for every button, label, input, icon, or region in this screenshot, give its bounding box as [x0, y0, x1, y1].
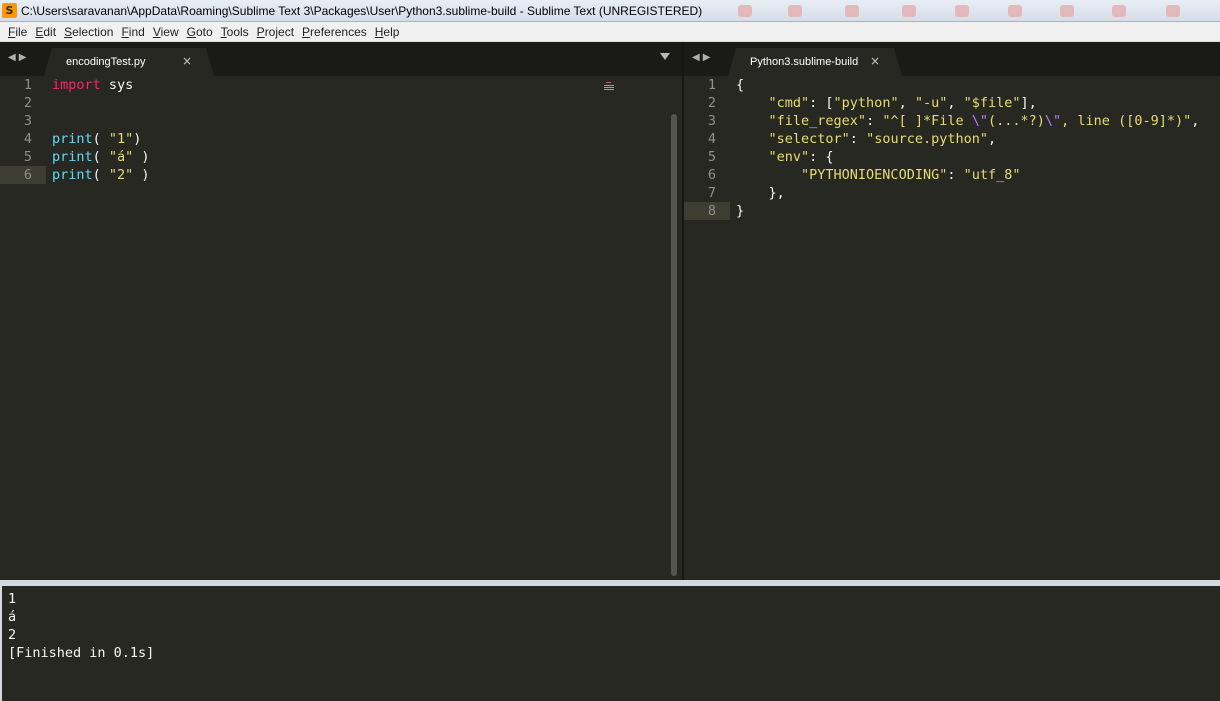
blurred-icon — [955, 5, 969, 17]
tab-strip: ◀▶ encodingTest.py × — [0, 42, 682, 76]
dropdown-icon[interactable] — [660, 53, 670, 60]
output-line: [Finished in 0.1s] — [8, 645, 155, 661]
code-text: sys — [100, 77, 134, 93]
menu-help[interactable]: Help — [371, 22, 404, 42]
code-text: { — [736, 77, 745, 93]
line-number: 3 — [707, 113, 716, 129]
blurred-icon — [1112, 5, 1126, 17]
nav-left-icon[interactable]: ◀ — [8, 52, 19, 63]
menu-find[interactable]: Find — [117, 22, 148, 42]
tab-encodingtest[interactable]: encodingTest.py × — [44, 48, 214, 76]
line-number: 7 — [707, 185, 716, 201]
window-controls[interactable] — [700, 3, 1210, 19]
line-number: 5 — [707, 149, 716, 165]
tab-label: encodingTest.py — [66, 56, 146, 68]
line-number: 8 — [684, 202, 730, 220]
sublime-logo-icon: S — [2, 3, 17, 18]
menu-goto[interactable]: Goto — [183, 22, 217, 42]
line-number: 4 — [707, 131, 716, 147]
code-function: print — [52, 131, 93, 147]
code-line-current: 8} — [684, 202, 1220, 220]
code-text: }, — [736, 185, 785, 201]
code-line-current: 6 print( "2" ) — [0, 166, 682, 184]
blurred-icon — [1060, 5, 1074, 17]
line-number: 5 — [23, 149, 32, 165]
code-text: "file_regex": "^[ ]*File \"(...*?)\", li… — [768, 113, 1200, 129]
menu-selection[interactable]: Selection — [60, 22, 117, 42]
code-keyword: import — [52, 77, 101, 93]
code-text: "cmd": ["python", "-u", "$file"], — [768, 95, 1037, 111]
code-line: 5 "env": { — [684, 148, 1220, 166]
line-number: 3 — [23, 113, 32, 129]
tab-nav: ◀▶ — [8, 52, 29, 63]
code-text: ( — [92, 131, 109, 147]
blurred-icon — [788, 5, 802, 17]
blurred-icon — [902, 5, 916, 17]
tab-strip: ◀▶ Python3.sublime-build × — [684, 42, 1220, 76]
code-line: 4 print( "1") — [0, 130, 682, 148]
code-text: ( — [92, 167, 109, 183]
blurred-icon — [1166, 5, 1180, 17]
code-line: 7 }, — [684, 184, 1220, 202]
menu-file[interactable]: File — [4, 22, 31, 42]
blurred-icon — [1008, 5, 1022, 17]
code-text: ) — [133, 131, 142, 147]
line-number: 6 — [707, 167, 716, 183]
output-line: 2 — [8, 627, 17, 643]
code-text: "env": { — [768, 149, 834, 165]
code-editor[interactable]: 1{2 "cmd": ["python", "-u", "$file"], 3 "… — [684, 76, 1220, 580]
code-editor[interactable]: 1 import sys 2 3 4 print( "1") 5 print( … — [0, 76, 682, 580]
code-string: "1" — [108, 131, 134, 147]
close-icon[interactable]: × — [870, 54, 880, 68]
code-line: 4 "selector": "source.python", — [684, 130, 1220, 148]
code-function: print — [52, 149, 93, 165]
tab-label: Python3.sublime-build — [750, 56, 859, 68]
code-text: "selector": "source.python", — [768, 131, 997, 147]
output-line: á — [8, 609, 17, 625]
menu-project[interactable]: Project — [253, 22, 298, 42]
nav-left-icon[interactable]: ◀ — [692, 52, 703, 63]
menu-bar: File Edit Selection Find View Goto Tools… — [0, 22, 1220, 42]
code-text: } — [736, 203, 745, 219]
line-number: 2 — [707, 95, 716, 111]
editor-pane-right: ◀▶ Python3.sublime-build × 1{2 "cmd": ["… — [684, 42, 1220, 580]
blurred-icon — [738, 5, 752, 17]
tab-python3-build[interactable]: Python3.sublime-build × — [728, 48, 902, 76]
code-line: 3 — [0, 112, 682, 130]
code-line: 1 import sys — [0, 76, 682, 94]
nav-right-icon[interactable]: ▶ — [19, 52, 30, 63]
close-icon[interactable]: × — [182, 54, 192, 68]
code-text: "PYTHONIOENCODING": "utf_8" — [801, 167, 1021, 183]
editor-pane-left: ◀▶ encodingTest.py × 1 import sys 2 3 4 … — [0, 42, 682, 580]
line-number: 1 — [23, 77, 32, 93]
code-text: ( — [92, 149, 109, 165]
menu-edit[interactable]: Edit — [31, 22, 60, 42]
output-line: 1 — [8, 591, 17, 607]
blurred-icon — [845, 5, 859, 17]
code-text: ) — [133, 167, 150, 183]
code-line: 1{ — [684, 76, 1220, 94]
window-title: C:\Users\saravanan\AppData\Roaming\Subli… — [21, 4, 703, 18]
menu-preferences[interactable]: Preferences — [298, 22, 371, 42]
code-text: ) — [133, 149, 150, 165]
code-line: 2 "cmd": ["python", "-u", "$file"], — [684, 94, 1220, 112]
code-line: 3 "file_regex": "^[ ]*File \"(...*?)\", … — [684, 112, 1220, 130]
line-number: 1 — [707, 77, 716, 93]
code-string: "á" — [108, 149, 134, 165]
title-bar: S C:\Users\saravanan\AppData\Roaming\Sub… — [0, 0, 1220, 22]
line-number: 2 — [23, 95, 32, 111]
line-number: 6 — [0, 166, 46, 184]
code-line: 5 print( "á" ) — [0, 148, 682, 166]
tab-nav: ◀▶ — [692, 52, 713, 63]
menu-tools[interactable]: Tools — [217, 22, 253, 42]
code-string: "2" — [108, 167, 134, 183]
code-function: print — [52, 167, 93, 183]
code-line: 6 "PYTHONIOENCODING": "utf_8" — [684, 166, 1220, 184]
line-number: 4 — [23, 131, 32, 147]
nav-right-icon[interactable]: ▶ — [703, 52, 714, 63]
code-line: 2 — [0, 94, 682, 112]
menu-view[interactable]: View — [149, 22, 183, 42]
build-output-panel[interactable]: 1 á 2 [Finished in 0.1s] — [0, 580, 1220, 701]
